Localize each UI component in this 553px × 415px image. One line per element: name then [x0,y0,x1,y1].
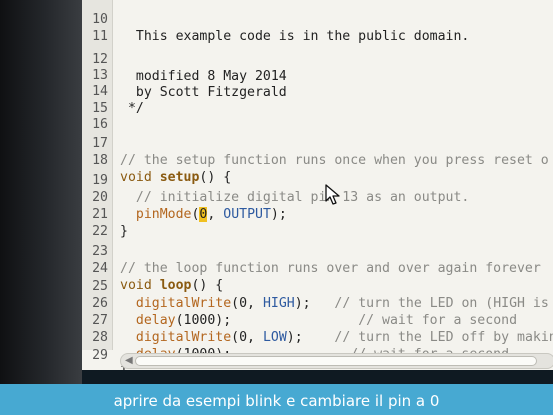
code-line: 13 by Scott Fitzgerald [82,50,553,100]
code-line: 28 delay(1000); // wait for a second [82,312,553,362]
code-line: 19 // initialize digital pin 13 as an ou… [82,155,553,205]
code-line: 10 This example code is in the public do… [82,0,553,44]
code-line: 12 modified 8 May 2014 [82,34,553,84]
code-line: 16 [82,99,553,132]
screen-bottom-edge [82,370,553,384]
code-line: 25 digitalWrite(0, HIGH); // turn the LE… [82,261,553,311]
monitor-bezel [0,0,82,385]
code-line: 18 void setup() { [82,135,553,185]
code-line: 27 digitalWrite(0, LOW); // turn the LED… [82,295,553,345]
code-line: 21 } [82,189,553,239]
line-number: 29 [92,348,108,363]
caption-text: aprire da esempi blink e cambiare il pin… [113,392,440,410]
code-line: 11 [82,11,553,44]
code-line: 23 // the loop function runs over and ov… [82,226,553,276]
scrollbar-thumb[interactable] [135,356,537,366]
mouse-pointer-icon [325,184,340,205]
code-line: 20 pinMode(0, OUTPUT); [82,172,553,222]
code-line: 15 [82,83,553,116]
code-line: 14 */ [82,66,553,116]
code-line: 24 void loop() { [82,243,553,293]
horizontal-scrollbar[interactable]: ◀ [120,353,553,369]
scroll-left-arrow-icon[interactable]: ◀ [125,354,133,368]
code-line: 26 delay(1000); // wait for a second [82,278,553,328]
code-line: 17 // the setup function runs once when … [82,118,553,168]
code-line: 22 [82,206,553,239]
code-line: 29 } [82,330,553,380]
code-editor[interactable]: 10 This example code is in the public do… [82,0,553,383]
